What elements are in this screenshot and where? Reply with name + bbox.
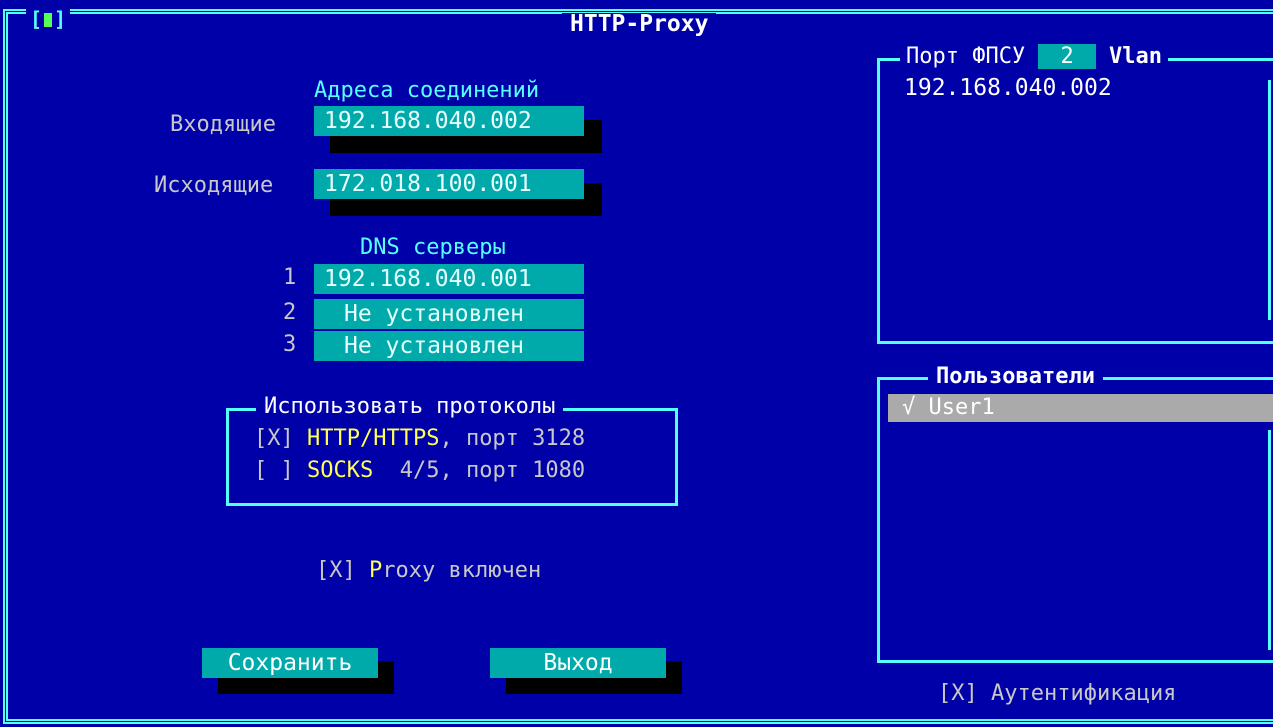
protocol-socks-option[interactable]: [ ] SOCKS 4/5, порт 1080 — [254, 460, 585, 482]
users-panel-title: Пользователи — [928, 366, 1103, 388]
dns-server-2-field[interactable]: Не установлен — [314, 299, 584, 329]
close-icon — [44, 13, 53, 27]
incoming-label: Входящие — [170, 112, 276, 137]
dns-server-1-field[interactable]: 192.168.040.001 — [314, 264, 584, 294]
protocol-http-option[interactable]: [X] HTTP/HTTPS, порт 3128 — [254, 428, 585, 450]
proxy-enabled-checkbox[interactable]: [X] Proxy включен — [316, 560, 541, 582]
window-close-button[interactable]: [] — [26, 9, 71, 29]
save-button[interactable]: Сохранить — [202, 648, 378, 678]
users-panel-scrollbar[interactable] — [1268, 430, 1271, 650]
socks-label: SOCKS — [307, 458, 374, 483]
outgoing-label: Исходящие — [154, 173, 274, 198]
http-label: HTTP/HTTPS — [307, 426, 440, 451]
http-port: , порт 3128 — [439, 426, 586, 451]
dns-num-1: 1 — [283, 265, 297, 290]
http-checkbox[interactable]: [X] — [254, 426, 294, 451]
dns-server-3-field[interactable]: Не установлен — [314, 331, 584, 361]
port-number-field[interactable]: 2 — [1038, 44, 1096, 69]
outgoing-address-field[interactable]: 172.018.100.001 — [314, 169, 584, 199]
protocols-group — [226, 408, 678, 506]
user-name: User1 — [928, 395, 995, 420]
connections-heading: Адреса соединений — [314, 78, 540, 103]
vlan-label: Vlan — [1108, 44, 1162, 69]
port-panel-scrollbar[interactable] — [1268, 80, 1271, 320]
port-panel-title: Порт ФПСУ — [906, 44, 1026, 69]
protocols-group-title: Использовать протоколы — [256, 396, 564, 418]
dns-heading: DNS серверы — [360, 235, 506, 260]
port-panel-header: Порт ФПСУ 2 Vlan — [900, 44, 1168, 69]
user-check-mark: √ — [902, 395, 916, 420]
socks-checkbox[interactable]: [ ] — [254, 458, 294, 483]
dns-num-3: 3 — [283, 332, 297, 357]
socks-port: 4/5, порт 1080 — [373, 458, 586, 483]
auth-checkbox[interactable]: [X] Аутентификация — [938, 683, 1176, 705]
exit-button[interactable]: Выход — [490, 648, 666, 678]
user-list-item[interactable]: √ User1 — [888, 394, 1273, 422]
port-panel-address: 192.168.040.002 — [904, 75, 1112, 101]
window-title: HTTP-Proxy — [562, 13, 717, 36]
incoming-address-field[interactable]: 192.168.040.002 — [314, 106, 584, 136]
dns-num-2: 2 — [283, 300, 297, 325]
